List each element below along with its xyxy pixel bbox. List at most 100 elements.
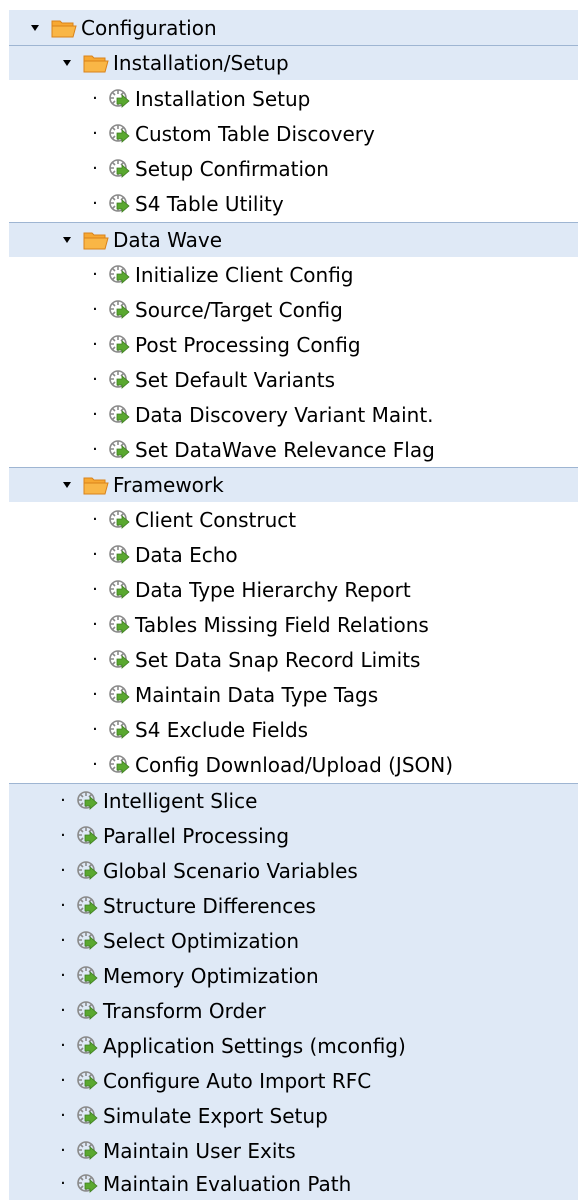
tree-item[interactable]: · Tables Missing Field Relations xyxy=(9,607,578,643)
tree-item[interactable]: · Client Construct xyxy=(9,502,578,538)
tree-item[interactable]: · Data Echo xyxy=(9,537,578,573)
tree-item[interactable]: · Set Default Variants xyxy=(9,362,578,398)
tree-bullet: · xyxy=(92,543,98,565)
tree-bullet: · xyxy=(92,192,98,214)
tree-bullet: · xyxy=(60,1034,66,1056)
tree-item[interactable]: · Transform Order xyxy=(9,993,578,1029)
tree-item[interactable]: · Maintain Evaluation Path xyxy=(9,1168,578,1200)
tree-item[interactable]: · Configure Auto Import RFC xyxy=(9,1063,578,1099)
tree-node-label: Configuration xyxy=(81,15,217,40)
tree-item-label: Select Optimization xyxy=(103,928,299,953)
tree-item-label: S4 Exclude Fields xyxy=(135,717,309,742)
transaction-icon xyxy=(108,579,132,601)
tree-item-label: Client Construct xyxy=(135,507,297,532)
tree-item[interactable]: · Maintain User Exits xyxy=(9,1133,578,1169)
tree-item[interactable]: · Custom Table Discovery xyxy=(9,116,578,152)
tree-item-label: Set DataWave Relevance Flag xyxy=(135,437,435,462)
tree-item[interactable]: · S4 Exclude Fields xyxy=(9,712,578,748)
tree-item-label: Maintain Evaluation Path xyxy=(103,1172,352,1196)
tree-node-configuration[interactable]: Configuration xyxy=(9,10,578,46)
tree-bullet: · xyxy=(92,753,98,775)
tree-bullet: · xyxy=(60,894,66,916)
tree-node-framework[interactable]: Framework xyxy=(9,467,578,503)
tree-bullet: · xyxy=(60,1173,66,1194)
transaction-icon xyxy=(108,544,132,566)
tree-item[interactable]: · Simulate Export Setup xyxy=(9,1098,578,1134)
folder-open-icon xyxy=(83,475,109,495)
tree-item-label: Simulate Export Setup xyxy=(103,1103,328,1128)
transaction-icon xyxy=(108,264,132,286)
tree-bullet: · xyxy=(60,929,66,951)
transaction-icon xyxy=(108,369,132,391)
tree-item[interactable]: · Maintain Data Type Tags xyxy=(9,677,578,713)
tree-node-installation-setup[interactable]: Installation/Setup xyxy=(9,45,578,81)
tree-item[interactable]: · Intelligent Slice xyxy=(9,783,578,819)
transaction-icon xyxy=(108,754,132,776)
folder-open-icon xyxy=(83,230,109,250)
tree-bullet: · xyxy=(92,613,98,635)
tree-item[interactable]: · Source/Target Config xyxy=(9,292,578,328)
tree-item-label: Set Data Snap Record Limits xyxy=(135,647,421,672)
transaction-icon xyxy=(76,1000,100,1022)
tree-item-label: Maintain User Exits xyxy=(103,1138,296,1163)
expand-triangle-icon[interactable] xyxy=(60,233,74,247)
tree-item[interactable]: · Data Type Hierarchy Report xyxy=(9,572,578,608)
tree-bullet: · xyxy=(92,648,98,670)
transaction-icon xyxy=(76,1140,100,1162)
tree-bullet: · xyxy=(60,999,66,1021)
tree-item[interactable]: · Set Data Snap Record Limits xyxy=(9,642,578,678)
tree-item[interactable]: · Memory Optimization xyxy=(9,958,578,994)
tree-bullet: · xyxy=(92,263,98,285)
folder-open-icon xyxy=(51,18,77,38)
transaction-icon xyxy=(76,1173,100,1195)
tree-item-label: Config Download/Upload (JSON) xyxy=(135,752,454,777)
tree-bullet: · xyxy=(92,508,98,530)
tree-item[interactable]: · Setup Confirmation xyxy=(9,151,578,187)
transaction-icon xyxy=(108,684,132,706)
tree-item-label: Source/Target Config xyxy=(135,297,343,322)
tree-item-label: Transform Order xyxy=(103,998,266,1023)
navigation-tree: Configuration Installation/Setup · Insta… xyxy=(0,0,578,1200)
transaction-icon xyxy=(108,334,132,356)
tree-item[interactable]: · Structure Differences xyxy=(9,888,578,924)
tree-bullet: · xyxy=(92,87,98,109)
tree-item-label: Global Scenario Variables xyxy=(103,858,358,883)
tree-node-label: Installation/Setup xyxy=(113,51,289,76)
transaction-icon xyxy=(76,825,100,847)
tree-item[interactable]: · Data Discovery Variant Maint. xyxy=(9,397,578,433)
tree-item[interactable]: · Initialize Client Config xyxy=(9,257,578,293)
transaction-icon xyxy=(76,930,100,952)
tree-item[interactable]: · Post Processing Config xyxy=(9,327,578,363)
tree-bullet: · xyxy=(92,368,98,390)
transaction-icon xyxy=(76,965,100,987)
tree-bullet: · xyxy=(60,859,66,881)
tree-item-label: Data Discovery Variant Maint. xyxy=(135,402,434,427)
tree-item[interactable]: · Set DataWave Relevance Flag xyxy=(9,432,578,468)
transaction-icon xyxy=(108,719,132,741)
transaction-icon xyxy=(76,895,100,917)
tree-node-label: Data Wave xyxy=(113,228,223,253)
expand-triangle-icon[interactable] xyxy=(28,21,42,35)
tree-item-label: Intelligent Slice xyxy=(103,789,258,814)
tree-bullet: · xyxy=(60,1069,66,1091)
tree-item-label: Setup Confirmation xyxy=(135,156,329,181)
tree-node-data-wave[interactable]: Data Wave xyxy=(9,222,578,258)
tree-bullet: · xyxy=(60,1139,66,1161)
tree-item[interactable]: · Select Optimization xyxy=(9,923,578,959)
tree-item-label: Application Settings (mconfig) xyxy=(103,1033,406,1058)
tree-item-label: Post Processing Config xyxy=(135,332,361,357)
tree-bullet: · xyxy=(60,964,66,986)
tree-item[interactable]: · Application Settings (mconfig) xyxy=(9,1028,578,1064)
expand-triangle-icon[interactable] xyxy=(60,56,74,70)
expand-triangle-icon[interactable] xyxy=(60,478,74,492)
tree-item[interactable]: · Config Download/Upload (JSON) xyxy=(9,747,578,783)
tree-item[interactable]: · Installation Setup xyxy=(9,81,578,117)
tree-item[interactable]: · Global Scenario Variables xyxy=(9,853,578,889)
tree-bullet: · xyxy=(92,683,98,705)
tree-item[interactable]: · Parallel Processing xyxy=(9,818,578,854)
tree-bullet: · xyxy=(92,298,98,320)
tree-bullet: · xyxy=(60,1104,66,1126)
tree-item[interactable]: · S4 Table Utility xyxy=(9,186,578,222)
tree-item-label: Configure Auto Import RFC xyxy=(103,1068,372,1093)
transaction-icon xyxy=(108,158,132,180)
